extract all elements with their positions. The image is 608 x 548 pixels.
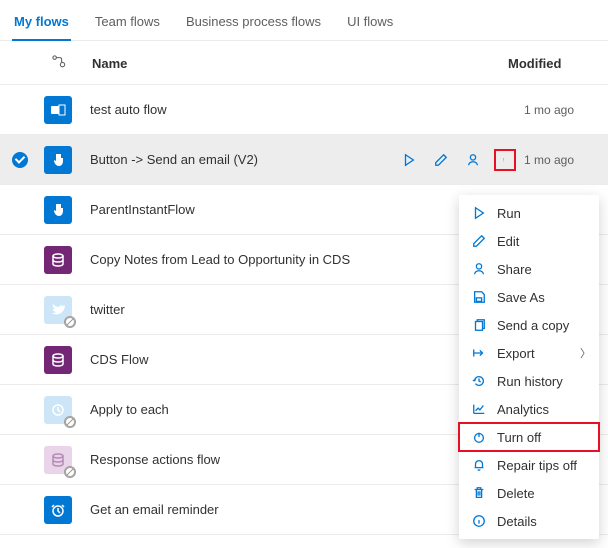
menu-label: Edit [497, 234, 519, 249]
context-menu: Run Edit Share Save As Send a copy Expor… [459, 195, 599, 539]
menu-label: Details [497, 514, 537, 529]
list-header: Name Modified [0, 41, 608, 85]
bell-icon [471, 457, 487, 473]
tab-bpf[interactable]: Business process flows [184, 8, 323, 40]
history-icon [471, 373, 487, 389]
row-checkbox[interactable] [12, 452, 28, 468]
menu-turn-off[interactable]: Turn off [459, 423, 599, 451]
menu-label: Share [497, 262, 532, 277]
share-icon [471, 261, 487, 277]
menu-label: Analytics [497, 402, 549, 417]
menu-delete[interactable]: Delete [459, 479, 599, 507]
menu-run-history[interactable]: Run history [459, 367, 599, 395]
more-button[interactable] [494, 149, 516, 171]
outlook-icon [44, 96, 72, 124]
run-icon [471, 205, 487, 221]
button-icon [44, 146, 72, 174]
menu-label: Send a copy [497, 318, 569, 333]
tab-ui-flows[interactable]: UI flows [345, 8, 395, 40]
analytics-icon [471, 401, 487, 417]
clock-icon [44, 496, 72, 524]
button-icon [44, 196, 72, 224]
share-icon[interactable] [462, 149, 484, 171]
row-checkbox[interactable] [12, 352, 28, 368]
flow-name[interactable]: Button -> Send an email (V2) [90, 152, 398, 167]
tab-my-flows[interactable]: My flows [12, 8, 71, 41]
modified-text: 1 mo ago [524, 103, 596, 117]
menu-edit[interactable]: Edit [459, 227, 599, 255]
export-icon [471, 345, 487, 361]
clock-icon [44, 396, 72, 424]
menu-share[interactable]: Share [459, 255, 599, 283]
disabled-badge-icon [64, 416, 76, 428]
menu-label: Delete [497, 486, 535, 501]
menu-label: Repair tips off [497, 458, 577, 473]
save-icon [471, 289, 487, 305]
modified-text: 1 mo ago [524, 153, 596, 167]
row-checkbox[interactable] [12, 102, 28, 118]
edit-icon[interactable] [430, 149, 452, 171]
cds-icon-disabled [44, 446, 72, 474]
row-checkbox[interactable] [12, 502, 28, 518]
row-checkbox[interactable] [12, 402, 28, 418]
menu-label: Run history [497, 374, 563, 389]
disabled-badge-icon [64, 316, 76, 328]
info-icon [471, 513, 487, 529]
chevron-right-icon: 〉 [580, 345, 591, 361]
menu-analytics[interactable]: Analytics [459, 395, 599, 423]
row-actions [398, 149, 516, 171]
flow-row[interactable]: test auto flow 1 mo ago [0, 85, 608, 135]
menu-label: Save As [497, 290, 545, 305]
edit-icon [471, 233, 487, 249]
row-checkbox[interactable] [12, 202, 28, 218]
menu-run[interactable]: Run [459, 199, 599, 227]
tab-team-flows[interactable]: Team flows [93, 8, 162, 40]
flow-row-selected[interactable]: Button -> Send an email (V2) 1 mo ago [0, 135, 608, 185]
menu-repair-tips[interactable]: Repair tips off [459, 451, 599, 479]
cds-icon [44, 346, 72, 374]
run-icon[interactable] [398, 149, 420, 171]
menu-export[interactable]: Export 〉 [459, 339, 599, 367]
menu-send-copy[interactable]: Send a copy [459, 311, 599, 339]
delete-icon [471, 485, 487, 501]
twitter-icon [44, 296, 72, 324]
row-checkbox[interactable] [12, 252, 28, 268]
header-name[interactable]: Name [92, 56, 508, 71]
row-checkbox[interactable] [12, 302, 28, 318]
header-modified[interactable]: Modified [508, 56, 596, 71]
power-icon [471, 429, 487, 445]
menu-details[interactable]: Details [459, 507, 599, 535]
menu-label: Turn off [497, 430, 541, 445]
copy-icon [471, 317, 487, 333]
cds-icon [44, 246, 72, 274]
menu-save-as[interactable]: Save As [459, 283, 599, 311]
disabled-badge-icon [64, 466, 76, 478]
header-type-icon [44, 55, 74, 72]
flow-name[interactable]: test auto flow [90, 102, 524, 117]
tabs-bar: My flows Team flows Business process flo… [0, 0, 608, 41]
menu-label: Run [497, 206, 521, 221]
row-checkbox-checked[interactable] [12, 152, 28, 168]
menu-label: Export [497, 346, 535, 361]
